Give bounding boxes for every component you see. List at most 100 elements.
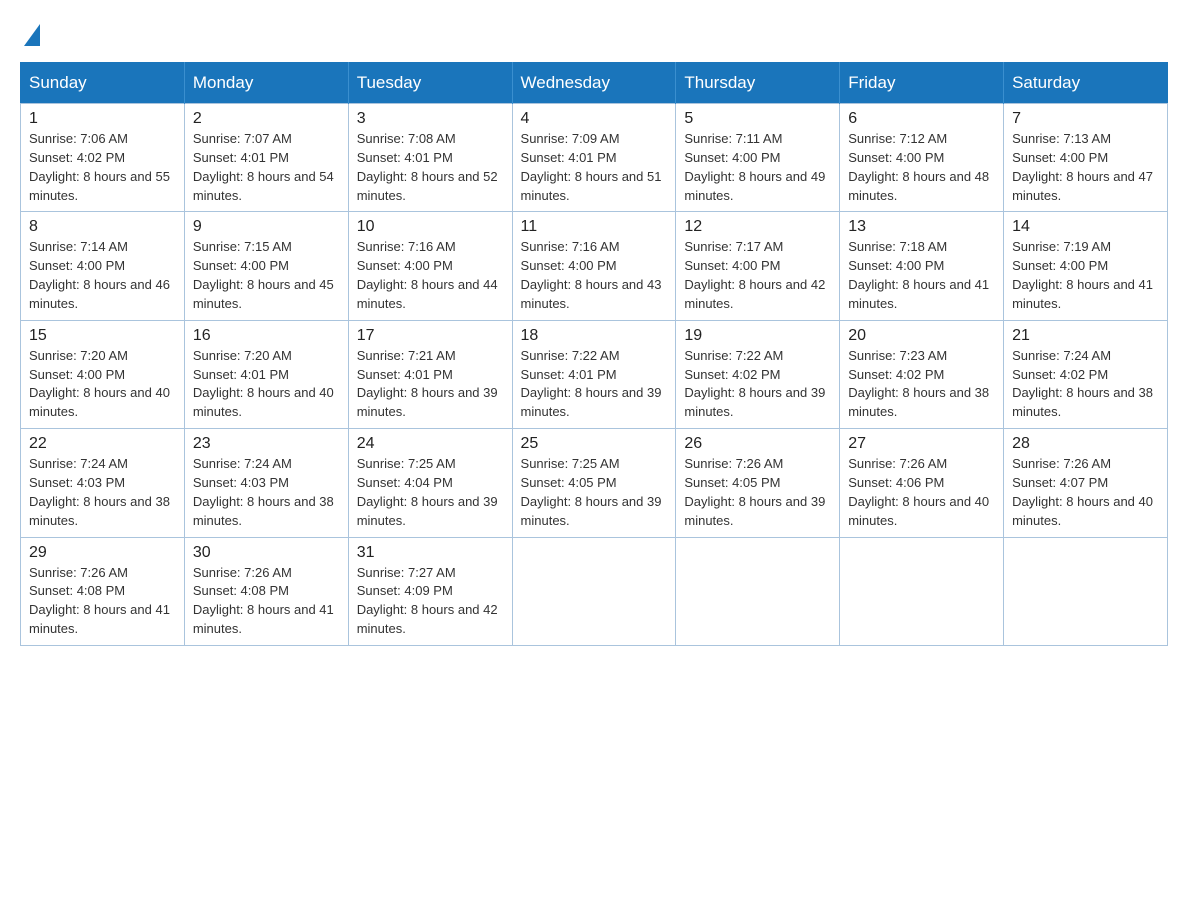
calendar-day-cell: 8 Sunrise: 7:14 AMSunset: 4:00 PMDayligh… <box>21 212 185 320</box>
header-monday: Monday <box>184 63 348 104</box>
calendar-day-cell: 12 Sunrise: 7:17 AMSunset: 4:00 PMDaylig… <box>676 212 840 320</box>
header-saturday: Saturday <box>1004 63 1168 104</box>
calendar-day-cell: 2 Sunrise: 7:07 AMSunset: 4:01 PMDayligh… <box>184 104 348 212</box>
calendar-day-cell: 22 Sunrise: 7:24 AMSunset: 4:03 PMDaylig… <box>21 429 185 537</box>
calendar-day-cell: 10 Sunrise: 7:16 AMSunset: 4:00 PMDaylig… <box>348 212 512 320</box>
day-info: Sunrise: 7:09 AMSunset: 4:01 PMDaylight:… <box>521 130 668 205</box>
day-info: Sunrise: 7:20 AMSunset: 4:00 PMDaylight:… <box>29 347 176 422</box>
header-tuesday: Tuesday <box>348 63 512 104</box>
calendar-day-cell: 26 Sunrise: 7:26 AMSunset: 4:05 PMDaylig… <box>676 429 840 537</box>
day-number: 12 <box>684 218 831 236</box>
day-info: Sunrise: 7:19 AMSunset: 4:00 PMDaylight:… <box>1012 238 1159 313</box>
day-info: Sunrise: 7:07 AMSunset: 4:01 PMDaylight:… <box>193 130 340 205</box>
day-number: 10 <box>357 218 504 236</box>
day-info: Sunrise: 7:15 AMSunset: 4:00 PMDaylight:… <box>193 238 340 313</box>
day-number: 6 <box>848 110 995 128</box>
day-info: Sunrise: 7:22 AMSunset: 4:01 PMDaylight:… <box>521 347 668 422</box>
day-info: Sunrise: 7:18 AMSunset: 4:00 PMDaylight:… <box>848 238 995 313</box>
calendar-week-row: 15 Sunrise: 7:20 AMSunset: 4:00 PMDaylig… <box>21 320 1168 428</box>
day-number: 24 <box>357 435 504 453</box>
day-number: 22 <box>29 435 176 453</box>
calendar-day-cell: 1 Sunrise: 7:06 AMSunset: 4:02 PMDayligh… <box>21 104 185 212</box>
day-info: Sunrise: 7:13 AMSunset: 4:00 PMDaylight:… <box>1012 130 1159 205</box>
day-info: Sunrise: 7:24 AMSunset: 4:03 PMDaylight:… <box>29 455 176 530</box>
calendar-day-cell: 21 Sunrise: 7:24 AMSunset: 4:02 PMDaylig… <box>1004 320 1168 428</box>
calendar-empty-cell <box>676 537 840 645</box>
calendar-day-cell: 14 Sunrise: 7:19 AMSunset: 4:00 PMDaylig… <box>1004 212 1168 320</box>
calendar-day-cell: 13 Sunrise: 7:18 AMSunset: 4:00 PMDaylig… <box>840 212 1004 320</box>
calendar-day-cell: 18 Sunrise: 7:22 AMSunset: 4:01 PMDaylig… <box>512 320 676 428</box>
day-info: Sunrise: 7:26 AMSunset: 4:06 PMDaylight:… <box>848 455 995 530</box>
calendar-day-cell: 25 Sunrise: 7:25 AMSunset: 4:05 PMDaylig… <box>512 429 676 537</box>
calendar-empty-cell <box>840 537 1004 645</box>
header-friday: Friday <box>840 63 1004 104</box>
day-info: Sunrise: 7:26 AMSunset: 4:05 PMDaylight:… <box>684 455 831 530</box>
calendar-header-row: SundayMondayTuesdayWednesdayThursdayFrid… <box>21 63 1168 104</box>
calendar-day-cell: 6 Sunrise: 7:12 AMSunset: 4:00 PMDayligh… <box>840 104 1004 212</box>
day-info: Sunrise: 7:23 AMSunset: 4:02 PMDaylight:… <box>848 347 995 422</box>
day-number: 23 <box>193 435 340 453</box>
header-sunday: Sunday <box>21 63 185 104</box>
day-info: Sunrise: 7:24 AMSunset: 4:03 PMDaylight:… <box>193 455 340 530</box>
calendar-day-cell: 23 Sunrise: 7:24 AMSunset: 4:03 PMDaylig… <box>184 429 348 537</box>
logo <box>20 20 40 46</box>
header-thursday: Thursday <box>676 63 840 104</box>
calendar-empty-cell <box>1004 537 1168 645</box>
calendar-day-cell: 7 Sunrise: 7:13 AMSunset: 4:00 PMDayligh… <box>1004 104 1168 212</box>
calendar-day-cell: 31 Sunrise: 7:27 AMSunset: 4:09 PMDaylig… <box>348 537 512 645</box>
calendar-day-cell: 5 Sunrise: 7:11 AMSunset: 4:00 PMDayligh… <box>676 104 840 212</box>
day-number: 11 <box>521 218 668 236</box>
page-header <box>20 20 1168 46</box>
day-info: Sunrise: 7:12 AMSunset: 4:00 PMDaylight:… <box>848 130 995 205</box>
calendar-week-row: 29 Sunrise: 7:26 AMSunset: 4:08 PMDaylig… <box>21 537 1168 645</box>
calendar-day-cell: 24 Sunrise: 7:25 AMSunset: 4:04 PMDaylig… <box>348 429 512 537</box>
calendar-day-cell: 28 Sunrise: 7:26 AMSunset: 4:07 PMDaylig… <box>1004 429 1168 537</box>
day-number: 30 <box>193 544 340 562</box>
calendar-table: SundayMondayTuesdayWednesdayThursdayFrid… <box>20 62 1168 646</box>
day-number: 21 <box>1012 327 1159 345</box>
calendar-day-cell: 11 Sunrise: 7:16 AMSunset: 4:00 PMDaylig… <box>512 212 676 320</box>
day-number: 15 <box>29 327 176 345</box>
day-number: 7 <box>1012 110 1159 128</box>
day-info: Sunrise: 7:08 AMSunset: 4:01 PMDaylight:… <box>357 130 504 205</box>
day-number: 31 <box>357 544 504 562</box>
day-number: 17 <box>357 327 504 345</box>
day-info: Sunrise: 7:11 AMSunset: 4:00 PMDaylight:… <box>684 130 831 205</box>
calendar-day-cell: 9 Sunrise: 7:15 AMSunset: 4:00 PMDayligh… <box>184 212 348 320</box>
day-number: 29 <box>29 544 176 562</box>
calendar-day-cell: 3 Sunrise: 7:08 AMSunset: 4:01 PMDayligh… <box>348 104 512 212</box>
day-number: 3 <box>357 110 504 128</box>
day-number: 13 <box>848 218 995 236</box>
day-info: Sunrise: 7:26 AMSunset: 4:07 PMDaylight:… <box>1012 455 1159 530</box>
day-info: Sunrise: 7:25 AMSunset: 4:04 PMDaylight:… <box>357 455 504 530</box>
day-info: Sunrise: 7:22 AMSunset: 4:02 PMDaylight:… <box>684 347 831 422</box>
day-number: 18 <box>521 327 668 345</box>
day-info: Sunrise: 7:26 AMSunset: 4:08 PMDaylight:… <box>193 564 340 639</box>
calendar-day-cell: 27 Sunrise: 7:26 AMSunset: 4:06 PMDaylig… <box>840 429 1004 537</box>
calendar-day-cell: 29 Sunrise: 7:26 AMSunset: 4:08 PMDaylig… <box>21 537 185 645</box>
day-info: Sunrise: 7:26 AMSunset: 4:08 PMDaylight:… <box>29 564 176 639</box>
calendar-day-cell: 17 Sunrise: 7:21 AMSunset: 4:01 PMDaylig… <box>348 320 512 428</box>
calendar-day-cell: 16 Sunrise: 7:20 AMSunset: 4:01 PMDaylig… <box>184 320 348 428</box>
day-number: 2 <box>193 110 340 128</box>
day-info: Sunrise: 7:25 AMSunset: 4:05 PMDaylight:… <box>521 455 668 530</box>
day-info: Sunrise: 7:24 AMSunset: 4:02 PMDaylight:… <box>1012 347 1159 422</box>
day-number: 5 <box>684 110 831 128</box>
day-number: 26 <box>684 435 831 453</box>
day-number: 8 <box>29 218 176 236</box>
day-number: 20 <box>848 327 995 345</box>
day-number: 4 <box>521 110 668 128</box>
day-number: 1 <box>29 110 176 128</box>
calendar-week-row: 8 Sunrise: 7:14 AMSunset: 4:00 PMDayligh… <box>21 212 1168 320</box>
calendar-week-row: 1 Sunrise: 7:06 AMSunset: 4:02 PMDayligh… <box>21 104 1168 212</box>
calendar-day-cell: 30 Sunrise: 7:26 AMSunset: 4:08 PMDaylig… <box>184 537 348 645</box>
calendar-day-cell: 19 Sunrise: 7:22 AMSunset: 4:02 PMDaylig… <box>676 320 840 428</box>
day-number: 27 <box>848 435 995 453</box>
header-wednesday: Wednesday <box>512 63 676 104</box>
day-info: Sunrise: 7:14 AMSunset: 4:00 PMDaylight:… <box>29 238 176 313</box>
day-number: 19 <box>684 327 831 345</box>
calendar-week-row: 22 Sunrise: 7:24 AMSunset: 4:03 PMDaylig… <box>21 429 1168 537</box>
day-info: Sunrise: 7:16 AMSunset: 4:00 PMDaylight:… <box>521 238 668 313</box>
calendar-day-cell: 20 Sunrise: 7:23 AMSunset: 4:02 PMDaylig… <box>840 320 1004 428</box>
calendar-day-cell: 15 Sunrise: 7:20 AMSunset: 4:00 PMDaylig… <box>21 320 185 428</box>
